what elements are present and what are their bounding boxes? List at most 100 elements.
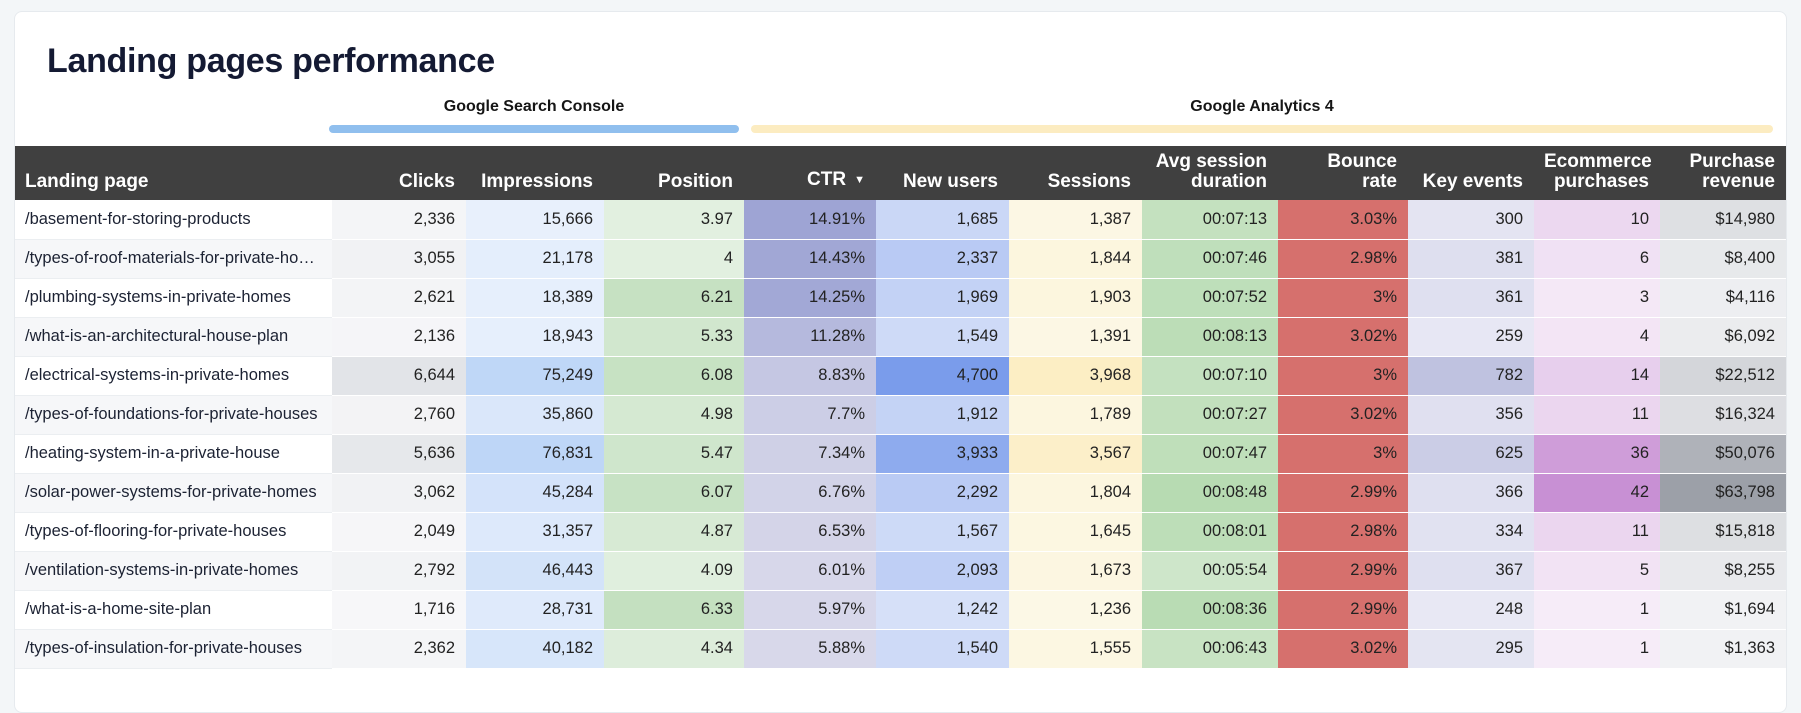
cell-ecommerce-purchases: 6 xyxy=(1534,239,1660,279)
landing-page-cell[interactable]: /heating-system-in-a-private-house xyxy=(15,434,332,474)
cell-purchase-revenue: $50,076 xyxy=(1660,434,1786,474)
table-row[interactable]: /electrical-systems-in-private-homes 6,64… xyxy=(15,356,1786,396)
column-header-new-users[interactable]: New users xyxy=(876,146,1009,200)
cell-clicks: 2,049 xyxy=(332,512,466,552)
table-row[interactable]: /what-is-a-home-site-plan 1,716 28,731 6.33… xyxy=(15,590,1786,630)
table-row[interactable]: /heating-system-in-a-private-house 5,636 7… xyxy=(15,434,1786,474)
cell-new-users: 1,969 xyxy=(876,278,1009,318)
landing-page-cell[interactable]: /ventilation-systems-in-private-homes xyxy=(15,551,332,591)
cell-impressions: 75,249 xyxy=(466,356,604,396)
cell-ctr: 8.83% xyxy=(744,356,876,396)
column-header-bounce-rate[interactable]: Bounce rate xyxy=(1278,146,1408,200)
column-header-avg-session-duration[interactable]: Avg session duration xyxy=(1142,146,1278,200)
landing-page-cell[interactable]: /electrical-systems-in-private-homes xyxy=(15,356,332,396)
sort-desc-icon[interactable]: ▼ xyxy=(854,174,865,186)
table-row[interactable]: /types-of-foundations-for-private-houses… xyxy=(15,395,1786,435)
cell-purchase-revenue: $14,980 xyxy=(1660,200,1786,240)
cell-key-events: 361 xyxy=(1408,278,1534,318)
column-header-position[interactable]: Position xyxy=(604,146,744,200)
column-header-impressions[interactable]: Impressions xyxy=(466,146,604,200)
cell-ecommerce-purchases: 42 xyxy=(1534,473,1660,513)
cell-clicks: 2,792 xyxy=(332,551,466,591)
cell-avg-session-duration: 00:07:10 xyxy=(1142,356,1278,396)
landing-page-cell[interactable]: /what-is-a-home-site-plan xyxy=(15,590,332,630)
cell-ctr: 6.01% xyxy=(744,551,876,591)
cell-clicks: 2,621 xyxy=(332,278,466,318)
cell-ecommerce-purchases: 3 xyxy=(1534,278,1660,318)
cell-purchase-revenue: $16,324 xyxy=(1660,395,1786,435)
group-label-analytics: Google Analytics 4 xyxy=(1190,98,1334,115)
cell-clicks: 3,055 xyxy=(332,239,466,279)
cell-ecommerce-purchases: 36 xyxy=(1534,434,1660,474)
landing-page-cell[interactable]: /solar-power-systems-for-private-homes xyxy=(15,473,332,513)
cell-impressions: 35,860 xyxy=(466,395,604,435)
column-header-label: Ecommerce purchases xyxy=(1544,151,1652,192)
table-row[interactable]: /plumbing-systems-in-private-homes 2,621 1… xyxy=(15,278,1786,318)
column-header-label: Impressions xyxy=(481,171,593,192)
cell-position: 6.33 xyxy=(604,590,744,630)
cell-ctr: 5.88% xyxy=(744,629,876,669)
landing-page-cell[interactable]: /types-of-foundations-for-private-houses xyxy=(15,395,332,435)
landing-page-cell[interactable]: /basement-for-storing-products xyxy=(15,200,332,240)
column-header-label: Bounce rate xyxy=(1327,151,1397,192)
table-row[interactable]: /types-of-roof-materials-for-private-hou… xyxy=(15,239,1786,279)
column-header-page[interactable]: Landing page xyxy=(15,146,332,200)
cell-clicks: 2,362 xyxy=(332,629,466,669)
cell-ctr: 7.34% xyxy=(744,434,876,474)
cell-avg-session-duration: 00:08:01 xyxy=(1142,512,1278,552)
cell-purchase-revenue: $6,092 xyxy=(1660,317,1786,357)
report-card: Landing pages performance Google Search … xyxy=(14,11,1787,713)
cell-ecommerce-purchases: 11 xyxy=(1534,395,1660,435)
cell-clicks: 5,636 xyxy=(332,434,466,474)
cell-avg-session-duration: 00:07:46 xyxy=(1142,239,1278,279)
table-row[interactable]: /types-of-insulation-for-private-houses 2… xyxy=(15,629,1786,669)
cell-new-users: 1,540 xyxy=(876,629,1009,669)
cell-new-users: 1,912 xyxy=(876,395,1009,435)
cell-new-users: 1,549 xyxy=(876,317,1009,357)
cell-new-users: 1,685 xyxy=(876,200,1009,240)
cell-position: 4.34 xyxy=(604,629,744,669)
landing-page-cell[interactable]: /plumbing-systems-in-private-homes xyxy=(15,278,332,318)
cell-avg-session-duration: 00:07:27 xyxy=(1142,395,1278,435)
cell-position: 4.09 xyxy=(604,551,744,591)
landing-pages-table: Landing page Clicks Impressions Position CTR… xyxy=(15,146,1786,669)
cell-impressions: 28,731 xyxy=(466,590,604,630)
column-header-sessions[interactable]: Sessions xyxy=(1009,146,1142,200)
cell-new-users: 2,093 xyxy=(876,551,1009,591)
landing-page-cell[interactable]: /what-is-an-architectural-house-plan xyxy=(15,317,332,357)
cell-new-users: 2,292 xyxy=(876,473,1009,513)
column-header-ctr[interactable]: CTR ▼ xyxy=(744,146,876,200)
cell-bounce-rate: 3.02% xyxy=(1278,317,1408,357)
cell-sessions: 1,789 xyxy=(1009,395,1142,435)
column-header-purchase-revenue[interactable]: Purchase revenue xyxy=(1660,146,1786,200)
cell-impressions: 21,178 xyxy=(466,239,604,279)
table-row[interactable]: /ventilation-systems-in-private-homes 2,7… xyxy=(15,551,1786,591)
landing-page-cell[interactable]: /types-of-roof-materials-for-private-hou… xyxy=(15,239,332,279)
cell-impressions: 45,284 xyxy=(466,473,604,513)
cell-ecommerce-purchases: 1 xyxy=(1534,629,1660,669)
cell-ctr: 14.91% xyxy=(744,200,876,240)
table-row[interactable]: /what-is-an-architectural-house-plan 2,13… xyxy=(15,317,1786,357)
cell-ecommerce-purchases: 10 xyxy=(1534,200,1660,240)
landing-page-cell[interactable]: /types-of-flooring-for-private-houses xyxy=(15,512,332,552)
cell-key-events: 259 xyxy=(1408,317,1534,357)
table-row[interactable]: /solar-power-systems-for-private-homes 3,… xyxy=(15,473,1786,513)
cell-bounce-rate: 2.99% xyxy=(1278,551,1408,591)
cell-impressions: 40,182 xyxy=(466,629,604,669)
cell-position: 6.08 xyxy=(604,356,744,396)
cell-bounce-rate: 3% xyxy=(1278,356,1408,396)
table-row[interactable]: /basement-for-storing-products 2,336 15,66… xyxy=(15,200,1786,240)
cell-ctr: 14.25% xyxy=(744,278,876,318)
cell-clicks: 2,760 xyxy=(332,395,466,435)
column-header-key-events[interactable]: Key events xyxy=(1408,146,1534,200)
cell-key-events: 295 xyxy=(1408,629,1534,669)
column-header-label: Key events xyxy=(1422,171,1523,192)
group-bar-search-console xyxy=(329,125,739,133)
cell-avg-session-duration: 00:06:43 xyxy=(1142,629,1278,669)
landing-page-cell[interactable]: /types-of-insulation-for-private-houses xyxy=(15,629,332,669)
column-header-clicks[interactable]: Clicks xyxy=(332,146,466,200)
cell-purchase-revenue: $15,818 xyxy=(1660,512,1786,552)
table-row[interactable]: /types-of-flooring-for-private-houses 2,0… xyxy=(15,512,1786,552)
column-header-ecommerce-purchases[interactable]: Ecommerce purchases xyxy=(1534,146,1660,200)
table-body: /basement-for-storing-products 2,336 15,66… xyxy=(15,200,1786,669)
